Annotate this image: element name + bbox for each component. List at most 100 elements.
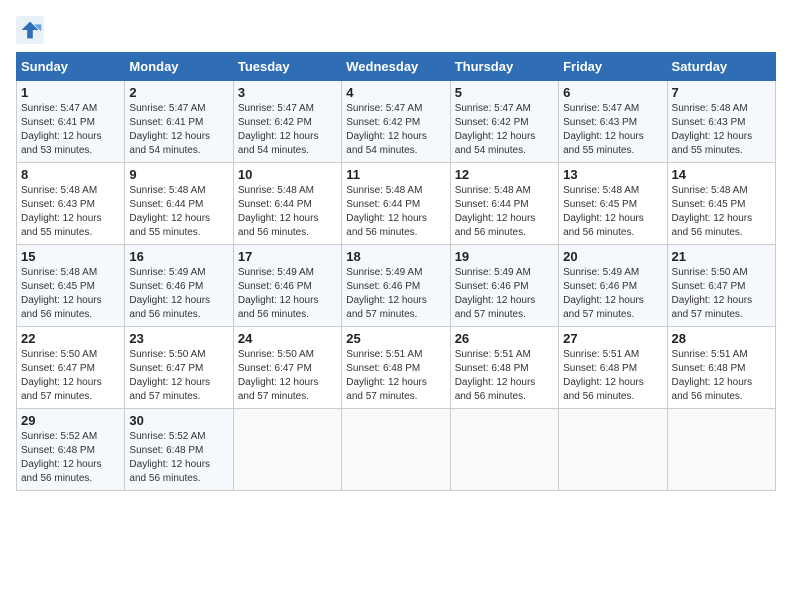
- calendar-day-cell: 12 Sunrise: 5:48 AM Sunset: 6:44 PM Dayl…: [450, 163, 558, 245]
- calendar-day-cell: 16 Sunrise: 5:49 AM Sunset: 6:46 PM Dayl…: [125, 245, 233, 327]
- calendar-day-cell: 29 Sunrise: 5:52 AM Sunset: 6:48 PM Dayl…: [17, 409, 125, 491]
- sunrise-text: Sunrise: 5:51 AM: [346, 349, 422, 360]
- sunset-text: Sunset: 6:42 PM: [346, 117, 420, 128]
- sunset-text: Sunset: 6:41 PM: [21, 117, 95, 128]
- day-number: 25: [346, 331, 445, 346]
- calendar-day-cell: [450, 409, 558, 491]
- daylight-text: Daylight: 12 hours and 57 minutes.: [129, 377, 210, 402]
- sunset-text: Sunset: 6:46 PM: [346, 281, 420, 292]
- calendar-day-cell: 24 Sunrise: 5:50 AM Sunset: 6:47 PM Dayl…: [233, 327, 341, 409]
- day-number: 28: [672, 331, 771, 346]
- sunset-text: Sunset: 6:42 PM: [238, 117, 312, 128]
- daylight-text: Daylight: 12 hours and 56 minutes.: [672, 377, 753, 402]
- day-info: Sunrise: 5:47 AM Sunset: 6:41 PM Dayligh…: [21, 102, 120, 158]
- sunset-text: Sunset: 6:48 PM: [563, 363, 637, 374]
- calendar-day-cell: 17 Sunrise: 5:49 AM Sunset: 6:46 PM Dayl…: [233, 245, 341, 327]
- day-number: 23: [129, 331, 228, 346]
- daylight-text: Daylight: 12 hours and 54 minutes.: [129, 131, 210, 156]
- sunset-text: Sunset: 6:44 PM: [455, 199, 529, 210]
- sunrise-text: Sunrise: 5:48 AM: [346, 185, 422, 196]
- day-number: 24: [238, 331, 337, 346]
- calendar-day-cell: 26 Sunrise: 5:51 AM Sunset: 6:48 PM Dayl…: [450, 327, 558, 409]
- calendar-day-cell: 13 Sunrise: 5:48 AM Sunset: 6:45 PM Dayl…: [559, 163, 667, 245]
- sunrise-text: Sunrise: 5:49 AM: [563, 267, 639, 278]
- calendar-week-row: 1 Sunrise: 5:47 AM Sunset: 6:41 PM Dayli…: [17, 81, 776, 163]
- daylight-text: Daylight: 12 hours and 56 minutes.: [238, 295, 319, 320]
- day-info: Sunrise: 5:49 AM Sunset: 6:46 PM Dayligh…: [238, 266, 337, 322]
- sunrise-text: Sunrise: 5:52 AM: [129, 431, 205, 442]
- sunrise-text: Sunrise: 5:51 AM: [455, 349, 531, 360]
- day-number: 20: [563, 249, 662, 264]
- day-number: 13: [563, 167, 662, 182]
- day-info: Sunrise: 5:51 AM Sunset: 6:48 PM Dayligh…: [455, 348, 554, 404]
- day-info: Sunrise: 5:48 AM Sunset: 6:44 PM Dayligh…: [346, 184, 445, 240]
- sunrise-text: Sunrise: 5:50 AM: [21, 349, 97, 360]
- day-info: Sunrise: 5:52 AM Sunset: 6:48 PM Dayligh…: [129, 430, 228, 486]
- day-number: 18: [346, 249, 445, 264]
- daylight-text: Daylight: 12 hours and 56 minutes.: [563, 213, 644, 238]
- day-info: Sunrise: 5:48 AM Sunset: 6:43 PM Dayligh…: [21, 184, 120, 240]
- sunset-text: Sunset: 6:47 PM: [129, 363, 203, 374]
- calendar-day-cell: [233, 409, 341, 491]
- calendar-body: 1 Sunrise: 5:47 AM Sunset: 6:41 PM Dayli…: [17, 81, 776, 491]
- day-info: Sunrise: 5:48 AM Sunset: 6:44 PM Dayligh…: [238, 184, 337, 240]
- day-number: 8: [21, 167, 120, 182]
- sunset-text: Sunset: 6:43 PM: [563, 117, 637, 128]
- sunset-text: Sunset: 6:46 PM: [455, 281, 529, 292]
- day-info: Sunrise: 5:50 AM Sunset: 6:47 PM Dayligh…: [672, 266, 771, 322]
- day-info: Sunrise: 5:48 AM Sunset: 6:45 PM Dayligh…: [672, 184, 771, 240]
- calendar-day-cell: 14 Sunrise: 5:48 AM Sunset: 6:45 PM Dayl…: [667, 163, 775, 245]
- daylight-text: Daylight: 12 hours and 57 minutes.: [455, 295, 536, 320]
- sunrise-text: Sunrise: 5:52 AM: [21, 431, 97, 442]
- calendar-day-cell: 2 Sunrise: 5:47 AM Sunset: 6:41 PM Dayli…: [125, 81, 233, 163]
- day-info: Sunrise: 5:51 AM Sunset: 6:48 PM Dayligh…: [346, 348, 445, 404]
- daylight-text: Daylight: 12 hours and 56 minutes.: [346, 213, 427, 238]
- sunrise-text: Sunrise: 5:47 AM: [21, 103, 97, 114]
- sunset-text: Sunset: 6:46 PM: [238, 281, 312, 292]
- calendar-day-cell: 30 Sunrise: 5:52 AM Sunset: 6:48 PM Dayl…: [125, 409, 233, 491]
- calendar-week-row: 8 Sunrise: 5:48 AM Sunset: 6:43 PM Dayli…: [17, 163, 776, 245]
- daylight-text: Daylight: 12 hours and 56 minutes.: [563, 377, 644, 402]
- day-info: Sunrise: 5:48 AM Sunset: 6:45 PM Dayligh…: [563, 184, 662, 240]
- day-number: 1: [21, 85, 120, 100]
- daylight-text: Daylight: 12 hours and 56 minutes.: [21, 459, 102, 484]
- daylight-text: Daylight: 12 hours and 55 minutes.: [21, 213, 102, 238]
- day-info: Sunrise: 5:50 AM Sunset: 6:47 PM Dayligh…: [21, 348, 120, 404]
- sunset-text: Sunset: 6:41 PM: [129, 117, 203, 128]
- sunset-text: Sunset: 6:48 PM: [672, 363, 746, 374]
- day-number: 26: [455, 331, 554, 346]
- calendar-day-cell: 7 Sunrise: 5:48 AM Sunset: 6:43 PM Dayli…: [667, 81, 775, 163]
- sunset-text: Sunset: 6:48 PM: [21, 445, 95, 456]
- day-number: 17: [238, 249, 337, 264]
- day-number: 27: [563, 331, 662, 346]
- calendar-week-row: 29 Sunrise: 5:52 AM Sunset: 6:48 PM Dayl…: [17, 409, 776, 491]
- calendar-day-cell: 15 Sunrise: 5:48 AM Sunset: 6:45 PM Dayl…: [17, 245, 125, 327]
- calendar-day-cell: 6 Sunrise: 5:47 AM Sunset: 6:43 PM Dayli…: [559, 81, 667, 163]
- daylight-text: Daylight: 12 hours and 56 minutes.: [238, 213, 319, 238]
- sunrise-text: Sunrise: 5:48 AM: [21, 185, 97, 196]
- weekday-header: Sunday: [17, 53, 125, 81]
- daylight-text: Daylight: 12 hours and 56 minutes.: [129, 459, 210, 484]
- day-number: 14: [672, 167, 771, 182]
- day-info: Sunrise: 5:47 AM Sunset: 6:42 PM Dayligh…: [455, 102, 554, 158]
- daylight-text: Daylight: 12 hours and 56 minutes.: [21, 295, 102, 320]
- weekday-header: Saturday: [667, 53, 775, 81]
- sunrise-text: Sunrise: 5:51 AM: [672, 349, 748, 360]
- day-number: 15: [21, 249, 120, 264]
- daylight-text: Daylight: 12 hours and 57 minutes.: [563, 295, 644, 320]
- sunrise-text: Sunrise: 5:49 AM: [129, 267, 205, 278]
- calendar-day-cell: 20 Sunrise: 5:49 AM Sunset: 6:46 PM Dayl…: [559, 245, 667, 327]
- weekday-header: Monday: [125, 53, 233, 81]
- day-number: 22: [21, 331, 120, 346]
- daylight-text: Daylight: 12 hours and 56 minutes.: [455, 213, 536, 238]
- day-info: Sunrise: 5:48 AM Sunset: 6:45 PM Dayligh…: [21, 266, 120, 322]
- day-info: Sunrise: 5:47 AM Sunset: 6:43 PM Dayligh…: [563, 102, 662, 158]
- daylight-text: Daylight: 12 hours and 57 minutes.: [346, 377, 427, 402]
- daylight-text: Daylight: 12 hours and 54 minutes.: [455, 131, 536, 156]
- logo: [16, 16, 48, 44]
- calendar-day-cell: 27 Sunrise: 5:51 AM Sunset: 6:48 PM Dayl…: [559, 327, 667, 409]
- sunset-text: Sunset: 6:44 PM: [238, 199, 312, 210]
- calendar-day-cell: [559, 409, 667, 491]
- weekday-header: Tuesday: [233, 53, 341, 81]
- calendar-day-cell: 28 Sunrise: 5:51 AM Sunset: 6:48 PM Dayl…: [667, 327, 775, 409]
